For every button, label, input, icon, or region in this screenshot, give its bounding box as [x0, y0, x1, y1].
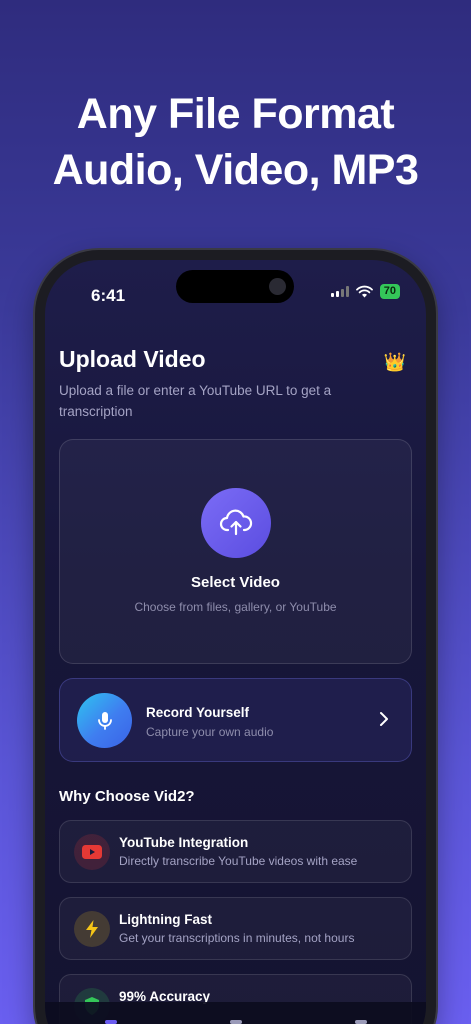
feature-card-youtube: YouTube Integration Directly transcribe … [59, 820, 412, 883]
youtube-icon [82, 845, 102, 859]
chevron-right-icon [380, 712, 388, 726]
youtube-icon-wrap [74, 834, 110, 870]
feature-title: YouTube Integration [119, 835, 249, 850]
phone-frame: 6:41 70 Upload Video 👑 Upload a file or … [35, 250, 436, 1024]
app-screen: 6:41 70 Upload Video 👑 Upload a file or … [45, 260, 426, 1024]
tab-bar [45, 1002, 426, 1024]
tab-home[interactable] [105, 1020, 117, 1024]
status-indicators: 70 [330, 284, 400, 299]
why-choose-heading: Why Choose Vid2? [59, 788, 195, 805]
feature-subtitle: Directly transcribe YouTube videos with … [119, 854, 358, 868]
lightning-icon [86, 920, 98, 938]
crown-icon[interactable]: 👑 [384, 352, 406, 373]
page-subtitle: Upload a file or enter a YouTube URL to … [59, 383, 332, 419]
select-video-subtitle: Choose from files, gallery, or YouTube [134, 600, 337, 614]
tab-settings[interactable] [355, 1020, 367, 1024]
dynamic-island [176, 270, 294, 303]
feature-card-lightning: Lightning Fast Get your transcriptions i… [59, 897, 412, 960]
camera-icon [269, 278, 286, 295]
promo-headline: Any File Format Audio, Video, MP3 [0, 86, 471, 198]
upload-button[interactable] [201, 488, 271, 558]
select-video-card[interactable]: Select Video Choose from files, gallery,… [59, 439, 412, 664]
promo-line-2: Audio, Video, MP3 [52, 146, 419, 194]
record-yourself-title: Record Yourself [146, 705, 250, 720]
cellular-signal-icon [330, 286, 349, 297]
microphone-icon [97, 711, 112, 730]
battery-indicator: 70 [379, 284, 400, 299]
wifi-icon [355, 285, 373, 298]
tab-library[interactable] [230, 1020, 242, 1024]
feature-title: Lightning Fast [119, 912, 212, 927]
record-yourself-card[interactable]: Record Yourself Capture your own audio [59, 678, 412, 762]
promo-line-1: Any File Format [76, 90, 395, 138]
cloud-upload-icon [219, 509, 253, 536]
record-yourself-subtitle: Capture your own audio [146, 725, 274, 739]
feature-subtitle: Get your transcriptions in minutes, not … [119, 931, 355, 945]
select-video-title: Select Video [191, 574, 280, 591]
lightning-icon-wrap [74, 911, 110, 947]
status-time: 6:41 [91, 286, 126, 305]
page-title: Upload Video [59, 346, 206, 372]
record-button[interactable] [77, 693, 132, 748]
